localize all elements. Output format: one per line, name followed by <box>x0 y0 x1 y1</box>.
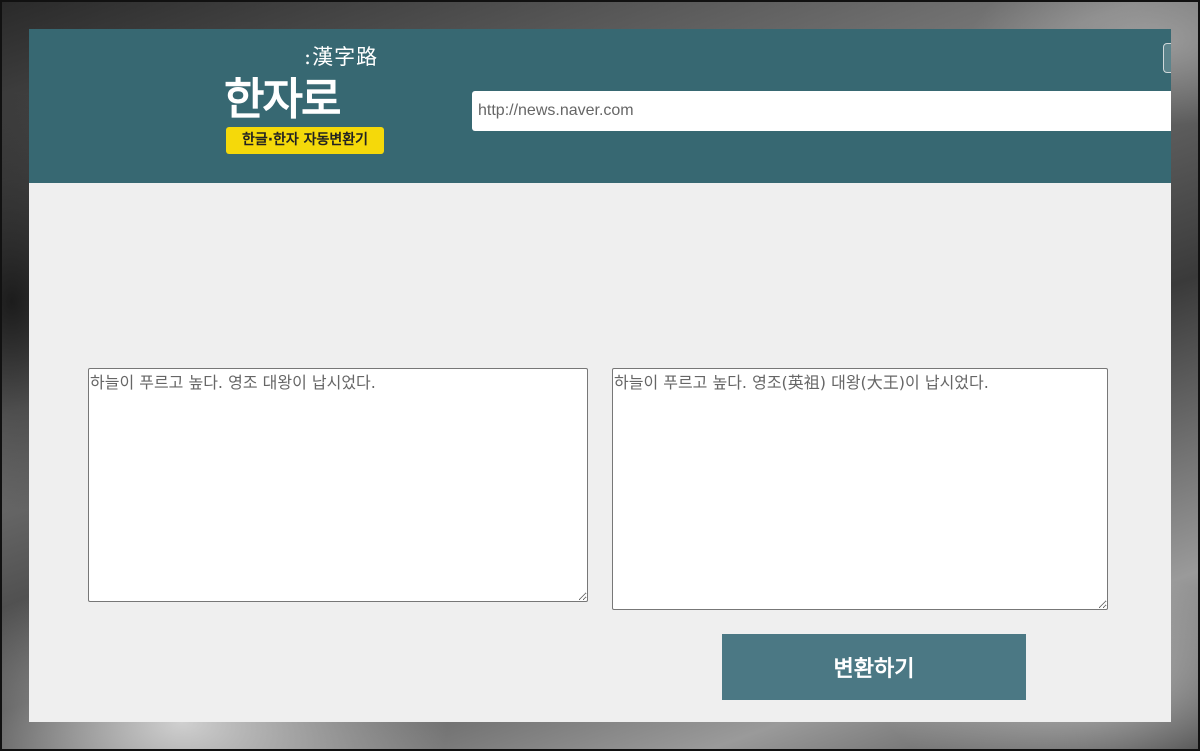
site-logo[interactable]: :漢字路 한자로 한글·한자 자동변환기 <box>224 41 394 171</box>
app-window: :漢字路 한자로 한글·한자 자동변환기 변환하기 <box>29 29 1171 722</box>
hanja-output-textarea[interactable] <box>612 368 1108 610</box>
header-bar: :漢字路 한자로 한글·한자 자동변환기 <box>29 29 1171 183</box>
logo-badge: 한글·한자 자동변환기 <box>226 127 384 154</box>
hangul-input-textarea[interactable] <box>88 368 588 602</box>
url-input[interactable] <box>472 91 1171 131</box>
logo-hangul-text: 한자로 <box>224 74 341 125</box>
menu-button[interactable] <box>1163 43 1171 73</box>
convert-button[interactable]: 변환하기 <box>722 634 1026 700</box>
